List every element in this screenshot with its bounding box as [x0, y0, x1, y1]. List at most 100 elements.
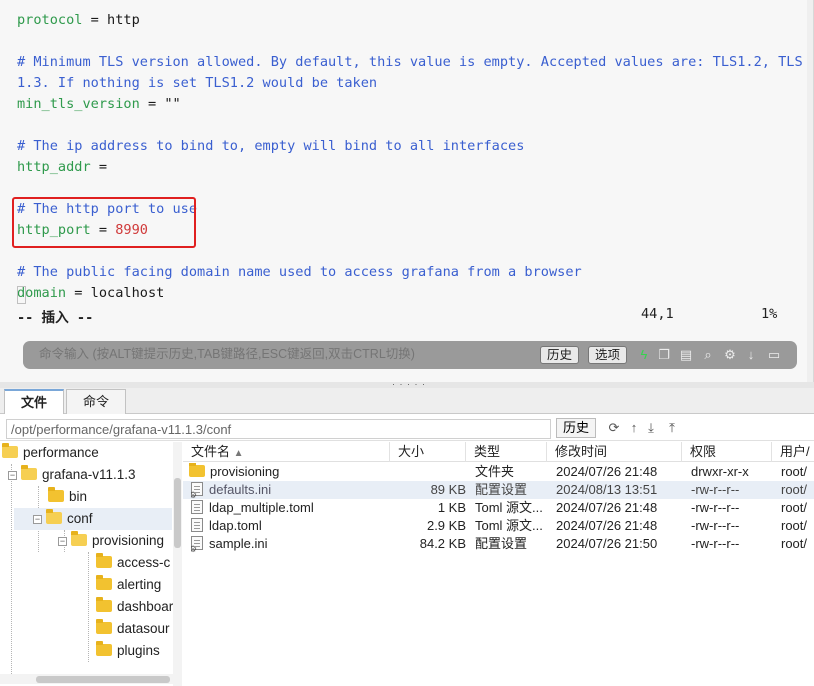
- column-header-owner[interactable]: 用户/: [772, 442, 814, 462]
- command-bar: 历史 选项 ϟ ❐ ▤ ⌕ ⚙ ↓ ▭: [23, 341, 797, 369]
- tree-item-plugins[interactable]: plugins: [96, 640, 160, 662]
- tab-files[interactable]: 文件: [4, 389, 64, 414]
- vim-editor[interactable]: protocol = http # Minimum TLS version al…: [0, 0, 814, 382]
- column-header-modified[interactable]: 修改时间: [547, 442, 682, 462]
- config-file-icon: [191, 482, 203, 499]
- refresh-icon[interactable]: ⟳: [606, 420, 622, 436]
- tree-item-label: datasour: [117, 621, 170, 636]
- command-input[interactable]: [39, 347, 539, 361]
- editor-line-http-addr: http_addr =: [17, 157, 107, 178]
- folder-icon: [96, 597, 112, 612]
- tree-item-label: grafana-v11.1.3: [42, 467, 136, 482]
- maximize-icon[interactable]: ▭: [765, 346, 783, 364]
- download-icon[interactable]: ↓: [742, 346, 760, 364]
- column-header-label: 文件名: [191, 444, 231, 459]
- cursor-position: 44,1: [641, 306, 674, 322]
- folder-icon: [96, 575, 112, 590]
- editor-comment-ip: # The ip address to bind to, empty will …: [17, 138, 525, 154]
- file-list-header: 文件名 ▲ 大小 类型 修改时间 权限 用户/: [183, 442, 814, 462]
- tree-item-label: performance: [23, 445, 99, 460]
- editor-comment-tls-2: 1.3. If nothing is set TLS1.2 would be t…: [17, 75, 378, 91]
- scrollbar-thumb[interactable]: [174, 478, 181, 548]
- search-icon[interactable]: ⌕: [699, 346, 717, 364]
- file-type: 配置设置: [475, 536, 528, 551]
- column-header-type[interactable]: 类型: [466, 442, 547, 462]
- file-size: 1 KB: [437, 500, 466, 515]
- file-name: sample.ini: [209, 536, 268, 551]
- options-button[interactable]: 选项: [588, 346, 628, 364]
- table-row[interactable]: defaults.ini 89 KB 配置设置 2024/08/13 13:51…: [183, 481, 814, 499]
- tree-item-performance[interactable]: performance: [2, 442, 99, 464]
- copy-icon[interactable]: ❐: [655, 346, 673, 364]
- panel-tabs: 文件 命令: [0, 388, 814, 414]
- folder-icon: [96, 553, 112, 568]
- column-header-size[interactable]: 大小: [390, 442, 466, 462]
- tree-item-conf[interactable]: − conf: [14, 508, 172, 530]
- tree-item-label: access-c: [117, 555, 171, 570]
- tree-item-provisioning[interactable]: − provisioning: [58, 530, 164, 552]
- tree-vertical-scrollbar[interactable]: [173, 442, 182, 686]
- gear-icon[interactable]: ⚙: [721, 346, 739, 364]
- collapse-toggle-icon[interactable]: −: [8, 471, 17, 480]
- scroll-percent: 1%: [761, 306, 778, 322]
- up-icon[interactable]: ↑: [626, 420, 642, 436]
- file-list: 文件名 ▲ 大小 类型 修改时间 权限 用户/ provisioning 文件夹…: [183, 442, 814, 686]
- column-header-permissions[interactable]: 权限: [682, 442, 772, 462]
- editor-line-min-tls: min_tls_version = "": [17, 94, 181, 115]
- table-row[interactable]: sample.ini 84.2 KB 配置设置 2024/07/26 21:50…: [183, 535, 814, 553]
- editor-scrollbar[interactable]: [807, 0, 813, 382]
- tree-item-label: alerting: [117, 577, 162, 592]
- folder-icon: [96, 619, 112, 634]
- lightning-icon[interactable]: ϟ: [635, 346, 653, 364]
- config-key: http_addr: [17, 159, 91, 175]
- config-operator: =: [90, 159, 108, 175]
- config-file-icon: [191, 536, 203, 553]
- path-history-button[interactable]: 历史: [556, 418, 597, 438]
- download-icon[interactable]: ⤓: [643, 420, 659, 436]
- tree-item-access-control[interactable]: access-c: [96, 552, 170, 574]
- tab-commands[interactable]: 命令: [66, 389, 126, 414]
- tree-horizontal-scrollbar[interactable]: [0, 674, 173, 684]
- table-row[interactable]: provisioning 文件夹 2024/07/26 21:48 drwxr-…: [183, 463, 814, 481]
- collapse-toggle-icon[interactable]: −: [58, 537, 67, 546]
- config-operator: =: [66, 285, 91, 301]
- tree-item-dashboards[interactable]: dashboar: [96, 596, 173, 618]
- config-operator: =: [139, 96, 165, 112]
- file-icon: [191, 518, 203, 532]
- table-row[interactable]: ldap_multiple.toml 1 KB Toml 源文... 2024/…: [183, 499, 814, 517]
- tree-item-grafana[interactable]: − grafana-v11.1.3: [8, 464, 136, 486]
- path-input[interactable]: [6, 419, 551, 439]
- upload-icon[interactable]: ⤒: [664, 420, 680, 436]
- collapse-toggle-icon[interactable]: −: [33, 515, 42, 524]
- table-row[interactable]: ldap.toml 2.9 KB Toml 源文... 2024/07/26 2…: [183, 517, 814, 535]
- file-size: 84.2 KB: [419, 536, 466, 551]
- file-icon: [191, 500, 203, 514]
- file-size: 2.9 KB: [426, 518, 466, 533]
- tree-item-bin[interactable]: bin: [48, 486, 87, 508]
- config-key: min_tls_version: [17, 96, 140, 112]
- command-history-button[interactable]: 历史: [540, 346, 580, 364]
- file-modified: 2024/07/26 21:48: [556, 518, 658, 533]
- path-bar: 历史 ⟳ ↑ ⤓ ⤒: [0, 415, 814, 441]
- tree-item-alerting[interactable]: alerting: [96, 574, 161, 596]
- tree-guide-line: [88, 552, 89, 662]
- editor-comment-domain: # The public facing domain name used to …: [17, 264, 582, 280]
- file-modified: 2024/07/26 21:48: [556, 464, 658, 479]
- column-header-name[interactable]: 文件名 ▲: [183, 442, 390, 462]
- file-modified: 2024/08/13 13:51: [556, 482, 658, 497]
- sort-ascending-icon: ▲: [233, 448, 244, 459]
- editor-comment-tls-1: # Minimum TLS version allowed. By defaul…: [17, 54, 803, 70]
- folder-icon: [48, 487, 64, 502]
- file-owner: root/: [781, 518, 808, 533]
- scrollbar-thumb[interactable]: [36, 676, 170, 683]
- file-type: 文件夹: [475, 464, 515, 479]
- tree-item-datasources[interactable]: datasour: [96, 618, 170, 640]
- tree-item-label: conf: [67, 511, 93, 526]
- paste-icon[interactable]: ▤: [677, 346, 695, 364]
- config-key: protocol: [17, 12, 83, 28]
- text-cursor: [17, 286, 26, 304]
- file-owner: root/: [781, 500, 808, 515]
- folder-icon: [189, 463, 205, 477]
- annotation-highlight-box: [12, 197, 196, 248]
- file-type: Toml 源文...: [475, 500, 543, 515]
